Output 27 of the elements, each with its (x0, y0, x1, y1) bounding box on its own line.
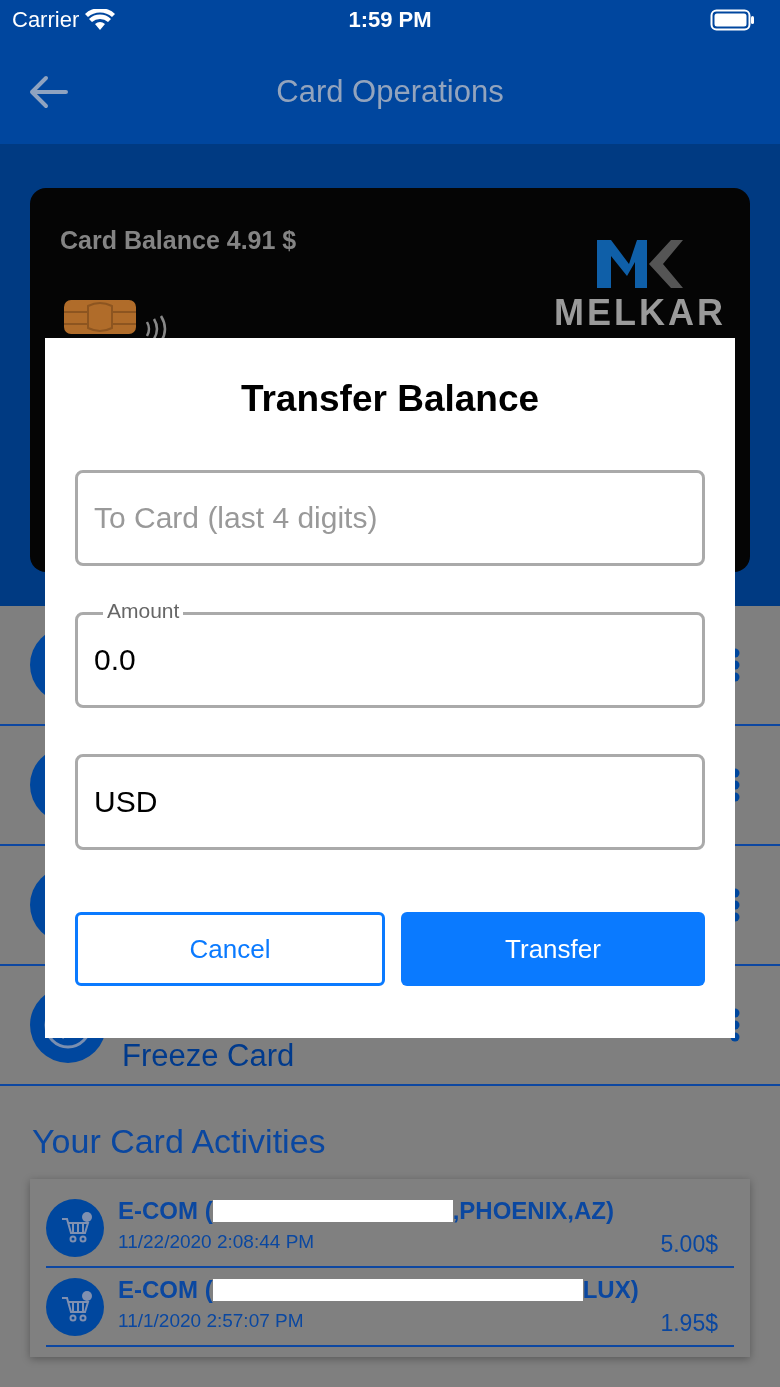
input-field[interactable]: USD (75, 754, 705, 850)
merchant-name-end: LUX) (582, 1276, 639, 1304)
dialog-button[interactable]: Transfer (401, 912, 705, 986)
dialog-title: Transfer Balance (239, 378, 541, 420)
merchant-name-end: ,PHOENIX,AZ) (452, 1197, 614, 1225)
operation-label: Freeze Card (122, 1038, 296, 1074)
input-field[interactable]: To Card (last 4 digits) (75, 470, 705, 566)
activity-amount: 1.95$ (660, 1310, 718, 1337)
card-balance: Card Balance 4.91 $ (60, 226, 297, 254)
section-title: Your Card Activities (31, 1121, 327, 1162)
cart-icon (46, 1198, 104, 1257)
cart-icon (46, 1277, 104, 1336)
merchant-name-start: E-COM ( (118, 1276, 213, 1304)
back-arrow-icon[interactable] (28, 75, 68, 109)
screen-title: Card Operations (275, 74, 505, 110)
dialog-button[interactable]: Cancel (75, 912, 385, 986)
merchant-name-start: E-COM ( (118, 1197, 213, 1225)
logo-mark-icon (597, 240, 683, 288)
chip-icon (64, 300, 136, 334)
wifi-icon (85, 9, 116, 31)
status-time: 1:59 PM (347, 7, 433, 33)
brand-name: MELKAR (554, 294, 726, 332)
activity-date: 11/1/2020 2:57:07 PM (118, 1310, 304, 1333)
activity-date: 11/22/2020 2:08:44 PM (118, 1231, 315, 1254)
carrier-name: Carrier (12, 7, 80, 33)
battery-icon (710, 9, 756, 31)
activity-amount: 5.00$ (660, 1231, 718, 1258)
